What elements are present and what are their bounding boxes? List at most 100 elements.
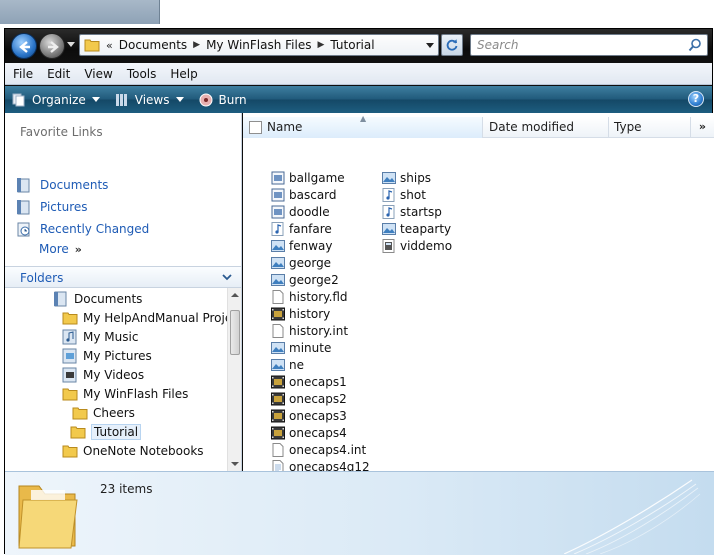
tree-item-my-videos[interactable]: My Videos [62, 365, 144, 384]
favorite-documents[interactable]: Documents [16, 176, 108, 194]
menu-help[interactable]: Help [170, 67, 197, 81]
file-item[interactable]: history.int [271, 322, 348, 339]
film-icon [271, 375, 285, 388]
tree-item-onenote-notebooks[interactable]: OneNote Notebooks [62, 441, 204, 460]
favorite-recently-changed-label: Recently Changed [40, 222, 150, 236]
address-dropdown-icon[interactable] [426, 43, 434, 48]
organize-icon [12, 93, 25, 106]
menu-view[interactable]: View [84, 67, 112, 81]
search-input[interactable] [477, 36, 677, 54]
command-bar: Organize Views Burn ? [5, 86, 712, 113]
file-item[interactable]: fenway [271, 237, 332, 254]
file-item[interactable]: ne [271, 356, 304, 373]
tree-item-my-winflash-files[interactable]: My WinFlash Files [62, 384, 188, 403]
folders-title: Folders [20, 271, 64, 285]
column-name[interactable]: Name [267, 120, 302, 134]
tree-item-documents[interactable]: Documents [53, 289, 142, 308]
film-icon [271, 392, 285, 405]
file-item[interactable]: history [271, 305, 330, 322]
scroll-thumb[interactable] [230, 310, 240, 355]
image-icon [271, 256, 285, 269]
folder-icon [62, 445, 78, 457]
file-name: shot [400, 187, 426, 202]
column-date-modified[interactable]: Date modified [489, 120, 574, 134]
documents-folder-icon [54, 291, 67, 306]
scroll-down-icon[interactable] [231, 462, 239, 466]
file-name: history [289, 306, 331, 321]
sort-ascending-icon: ▲ [360, 114, 367, 123]
menu-file[interactable]: File [13, 67, 33, 81]
tree-item-tutorial[interactable]: Tutorial [70, 422, 142, 441]
column-type[interactable]: Type [614, 120, 642, 134]
file-name: onecaps1 [289, 374, 347, 389]
file-item[interactable]: viddemo [382, 237, 452, 254]
file-item[interactable]: onecaps4.int [271, 441, 366, 458]
views-button[interactable]: Views [114, 92, 184, 108]
search-box[interactable] [470, 34, 708, 56]
recently-changed-icon [17, 222, 30, 237]
file-item[interactable]: ships [382, 169, 431, 186]
scroll-up-icon[interactable] [231, 293, 239, 297]
forward-button[interactable] [39, 33, 65, 59]
file-item[interactable]: history.fld [271, 288, 348, 305]
chevron-right-icon[interactable]: ▶ [317, 40, 324, 50]
file-item[interactable]: onecaps1 [271, 373, 347, 390]
menu-tools[interactable]: Tools [127, 67, 157, 81]
favorite-recently-changed[interactable]: Recently Changed [16, 220, 149, 238]
arrow-left-icon [19, 41, 30, 53]
breadcrumb-tutorial[interactable]: Tutorial [330, 38, 374, 52]
double-chevron-icon: » [74, 243, 82, 256]
select-all-checkbox[interactable] [249, 121, 262, 134]
favorite-pictures-label: Pictures [40, 200, 88, 214]
recent-pages-dropdown[interactable] [67, 42, 75, 47]
folder-tree: Documents My HelpAndManual Projec My Mus… [5, 288, 227, 471]
tree-item-cheers[interactable]: Cheers [72, 403, 135, 422]
file-item[interactable]: doodle [271, 203, 330, 220]
file-item[interactable]: george [271, 254, 331, 271]
menu-edit[interactable]: Edit [47, 67, 70, 81]
folder-icon [62, 388, 78, 400]
more-columns-icon[interactable]: » [699, 120, 706, 133]
refresh-button[interactable] [441, 34, 463, 56]
file-item[interactable]: fanfare [271, 220, 332, 237]
tree-item-my-pictures[interactable]: My Pictures [62, 346, 152, 365]
breadcrumb-documents[interactable]: Documents [119, 38, 187, 52]
file-item[interactable]: bascard [271, 186, 337, 203]
crumb-overflow-icon[interactable]: « [106, 39, 113, 52]
file-item[interactable]: george2 [271, 271, 339, 288]
organize-button[interactable]: Organize [11, 92, 100, 108]
breadcrumb-my-winflash-files[interactable]: My WinFlash Files [206, 38, 311, 52]
tree-item-helpandmanual[interactable]: My HelpAndManual Projec [62, 308, 227, 327]
folder-icon [62, 312, 78, 324]
more-label: More [39, 242, 69, 256]
image-icon [271, 273, 285, 286]
file-item[interactable]: onecaps2 [271, 390, 347, 407]
address-bar[interactable]: « Documents ▶ My WinFlash Files ▶ Tutori… [79, 34, 439, 56]
tree-item-my-music[interactable]: My Music [62, 327, 138, 346]
picture-icon [271, 171, 285, 184]
file-item[interactable]: shot [382, 186, 426, 203]
refresh-icon [446, 39, 458, 51]
file-item[interactable]: onecaps3 [271, 407, 347, 424]
help-icon[interactable]: ? [688, 91, 704, 107]
image-icon [382, 171, 396, 184]
menu-bar: File Edit View Tools Help [5, 63, 712, 85]
burn-button[interactable]: Burn [198, 92, 247, 108]
chevron-right-icon[interactable]: ▶ [193, 40, 200, 50]
file-item[interactable]: minute [271, 339, 331, 356]
file-item[interactable]: teaparty [382, 220, 451, 237]
favorite-pictures[interactable]: Pictures [16, 198, 88, 216]
decorative-swoosh [564, 479, 701, 554]
folder-tree-scrollbar[interactable] [227, 288, 241, 471]
file-name: onecaps4.int [289, 442, 367, 457]
back-button[interactable] [11, 33, 37, 59]
file-item[interactable]: startsp [382, 203, 442, 220]
picture-icon [271, 205, 285, 218]
file-name: history.fld [289, 289, 348, 304]
more-links[interactable]: More » [39, 242, 82, 256]
image-icon [271, 358, 285, 371]
file-item[interactable]: ballgame [271, 169, 345, 186]
folders-header[interactable]: Folders [5, 266, 241, 288]
search-icon[interactable] [688, 38, 702, 52]
file-item[interactable]: onecaps4 [271, 424, 347, 441]
